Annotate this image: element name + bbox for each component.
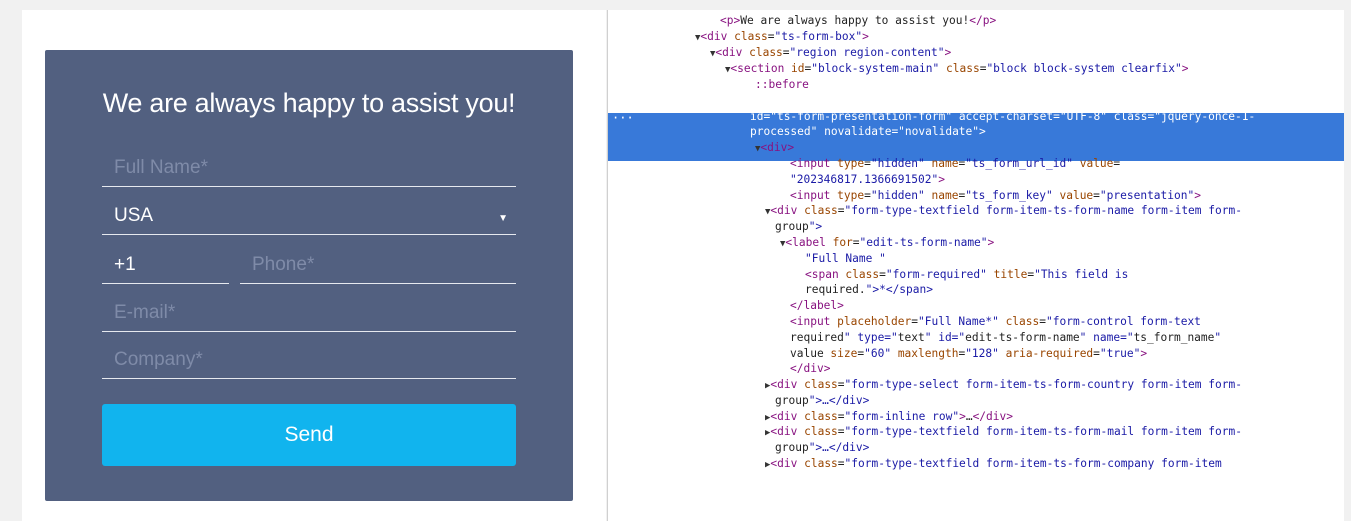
chevron-down-icon: ▼ xyxy=(498,213,508,224)
dom-tree-line[interactable]: ▼<label for="edit-ts-form-name"> xyxy=(780,235,1344,251)
dom-tree-line[interactable]: id="ts-form-presentation-form" accept-ch… xyxy=(750,109,1344,125)
dom-tree-line[interactable]: ▶<div class="form-inline row">…</div> xyxy=(765,409,1344,425)
phone-field[interactable]: Phone* xyxy=(240,249,516,284)
send-button[interactable]: Send xyxy=(102,404,516,466)
dom-tree-line[interactable]: ▶<div class="form-type-select form-item-… xyxy=(765,377,1344,393)
dom-tree-line[interactable]: processed" novalidate="novalidate"> xyxy=(750,124,1344,140)
devtools-elements-panel: ··· <p>We are always happy to assist you… xyxy=(607,10,1344,521)
dom-tree-line[interactable]: ▼<div class="ts-form-box"> xyxy=(695,29,1344,45)
dom-tree-line[interactable]: <p>We are always happy to assist you!</p… xyxy=(720,13,1344,29)
phone-code-field[interactable]: +1 xyxy=(102,249,229,284)
dom-tree-line[interactable]: ::before xyxy=(755,77,1344,93)
dom-tree-line[interactable]: </div> xyxy=(790,361,1344,377)
dom-tree-line[interactable]: ▼<form action="/company/feedback/present… xyxy=(740,93,1344,109)
node-actions-icon[interactable]: ··· xyxy=(612,111,634,125)
dom-tree-line[interactable]: group"> xyxy=(775,219,1344,235)
dom-tree-line[interactable]: group">…</div> xyxy=(775,393,1344,409)
dom-tree-line[interactable]: required.">*</span> xyxy=(805,282,1344,298)
dom-tree-line[interactable]: value size="60" maxlength="128" aria-req… xyxy=(790,346,1344,362)
dom-tree-line[interactable]: group">…</div> xyxy=(775,440,1344,456)
form-heading: We are always happy to assist you! xyxy=(102,88,516,118)
dom-tree-line[interactable]: required" type="text" id="edit-ts-form-n… xyxy=(790,330,1344,346)
dom-tree-line[interactable]: ▼<div class="form-type-textfield form-it… xyxy=(765,203,1344,219)
dom-tree-line[interactable]: ▶<div class="form-type-textfield form-it… xyxy=(765,424,1344,440)
country-select-value: USA xyxy=(114,205,154,226)
dom-tree-line[interactable]: ▼<div> xyxy=(755,140,1344,156)
full-name-field[interactable]: Full Name* xyxy=(102,152,516,187)
dom-tree-line[interactable]: "202346817.1366691502"> xyxy=(790,172,1344,188)
dom-tree-line[interactable]: ▼<div class="region region-content"> xyxy=(710,45,1344,61)
dom-tree-line[interactable]: </label> xyxy=(790,298,1344,314)
dom-tree-line[interactable]: <input type="hidden" name="ts_form_url_i… xyxy=(790,156,1344,172)
email-field[interactable]: E-mail* xyxy=(102,297,516,332)
dom-tree-line[interactable]: ▼<section id="block-system-main" class="… xyxy=(725,61,1344,77)
dom-tree-line[interactable]: <input type="hidden" name="ts_form_key" … xyxy=(790,188,1344,204)
dom-tree-line[interactable]: ▶<div class="form-type-textfield form-it… xyxy=(765,456,1344,472)
contact-form: We are always happy to assist you! Full … xyxy=(45,50,573,501)
company-field[interactable]: Company* xyxy=(102,344,516,379)
dom-tree-line[interactable]: <span class="form-required" title="This … xyxy=(805,267,1344,283)
dom-tree-line[interactable]: <input placeholder="Full Name*" class="f… xyxy=(790,314,1344,330)
country-select[interactable]: USA ▼ xyxy=(102,200,516,235)
dom-tree-line[interactable]: "Full Name " xyxy=(805,251,1344,267)
